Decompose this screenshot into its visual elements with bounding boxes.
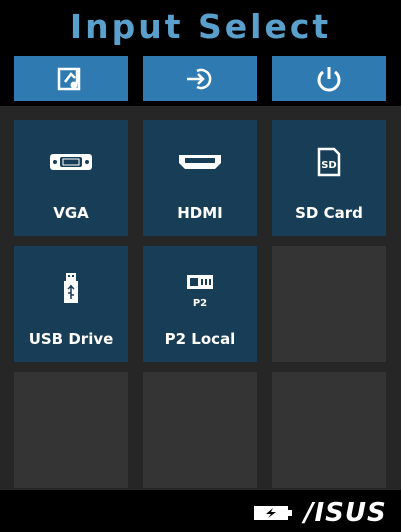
source-label: P2 Local — [164, 330, 236, 348]
svg-text:SD: SD — [321, 160, 337, 171]
tab-media[interactable] — [14, 56, 128, 101]
source-label: VGA — [53, 204, 89, 222]
source-tile-hdmi[interactable]: HDMI — [143, 120, 257, 236]
source-label: SD Card — [295, 204, 363, 222]
p2-icon-caption: P2 — [192, 298, 208, 309]
vga-port-icon — [50, 154, 92, 170]
source-tile-p2-local[interactable]: P2 P2 Local — [143, 246, 257, 362]
media-icon — [57, 67, 81, 90]
brand-logo: /ISUS — [304, 498, 387, 528]
source-tile-sd-card[interactable]: SD SD Card — [272, 120, 386, 236]
source-tile-usb-drive[interactable]: USB Drive — [14, 246, 128, 362]
usb-drive-icon — [64, 273, 78, 303]
source-label: USB Drive — [28, 330, 114, 348]
empty-tile — [14, 372, 128, 488]
hdmi-port-icon — [179, 155, 221, 169]
power-icon — [317, 66, 341, 91]
tab-power[interactable] — [272, 56, 386, 101]
page-title: Input Select — [69, 7, 332, 46]
status-footer: /ISUS — [0, 496, 401, 532]
battery-charging-icon — [254, 506, 292, 520]
tab-bar — [0, 56, 401, 102]
tab-input-source[interactable] — [143, 56, 257, 101]
sd-card-icon: SD — [317, 147, 341, 177]
input-source-icon — [187, 68, 212, 89]
empty-tile — [143, 372, 257, 488]
source-label: HDMI — [177, 204, 223, 222]
empty-tile — [272, 372, 386, 488]
source-grid: VGA HDMI SD SD Card USB Drive P2 P2 Loca… — [0, 106, 401, 490]
source-tile-vga[interactable]: VGA — [14, 120, 128, 236]
empty-tile — [272, 246, 386, 362]
